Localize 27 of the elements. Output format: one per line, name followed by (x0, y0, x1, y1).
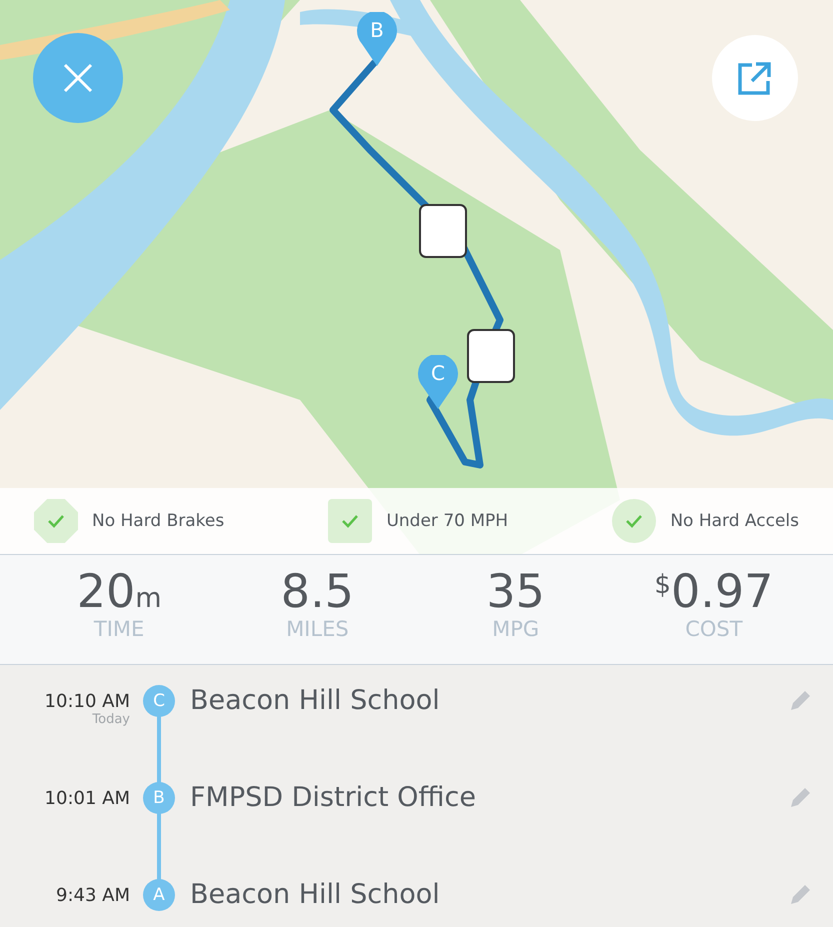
stop-name: Beacon Hill School (190, 685, 440, 716)
map-pin[interactable]: C (418, 355, 458, 409)
stop-time: 10:01 AM (44, 788, 130, 809)
stop-name: FMPSD District Office (190, 782, 476, 813)
stat-value: 20m (76, 567, 162, 616)
stop-marker: B (143, 782, 175, 814)
stat-value: 8.5 (280, 567, 354, 616)
stop-date: Today (92, 712, 130, 727)
badge-label: Under 70 MPH (386, 511, 508, 531)
stop-name: Beacon Hill School (190, 879, 440, 910)
stop-time: 10:10 AM (44, 691, 130, 712)
badge-label: No Hard Accels (670, 511, 799, 531)
map-pin[interactable]: B (357, 12, 397, 66)
stop-marker: A (143, 879, 175, 911)
stat-label: MPG (492, 617, 540, 642)
stop-time: 9:43 AM (56, 885, 130, 906)
stat-value: 35 (486, 567, 545, 616)
check-icon (328, 499, 372, 543)
stat-value: $0.97 (654, 567, 774, 616)
check-icon (612, 499, 656, 543)
stat-label: MILES (286, 617, 349, 642)
close-icon (62, 62, 94, 94)
stop-marker: C (143, 685, 175, 717)
stat-label: COST (685, 617, 743, 642)
badge-label: No Hard Brakes (92, 511, 224, 531)
stat-label: TIME (94, 617, 144, 642)
check-icon (34, 499, 78, 543)
